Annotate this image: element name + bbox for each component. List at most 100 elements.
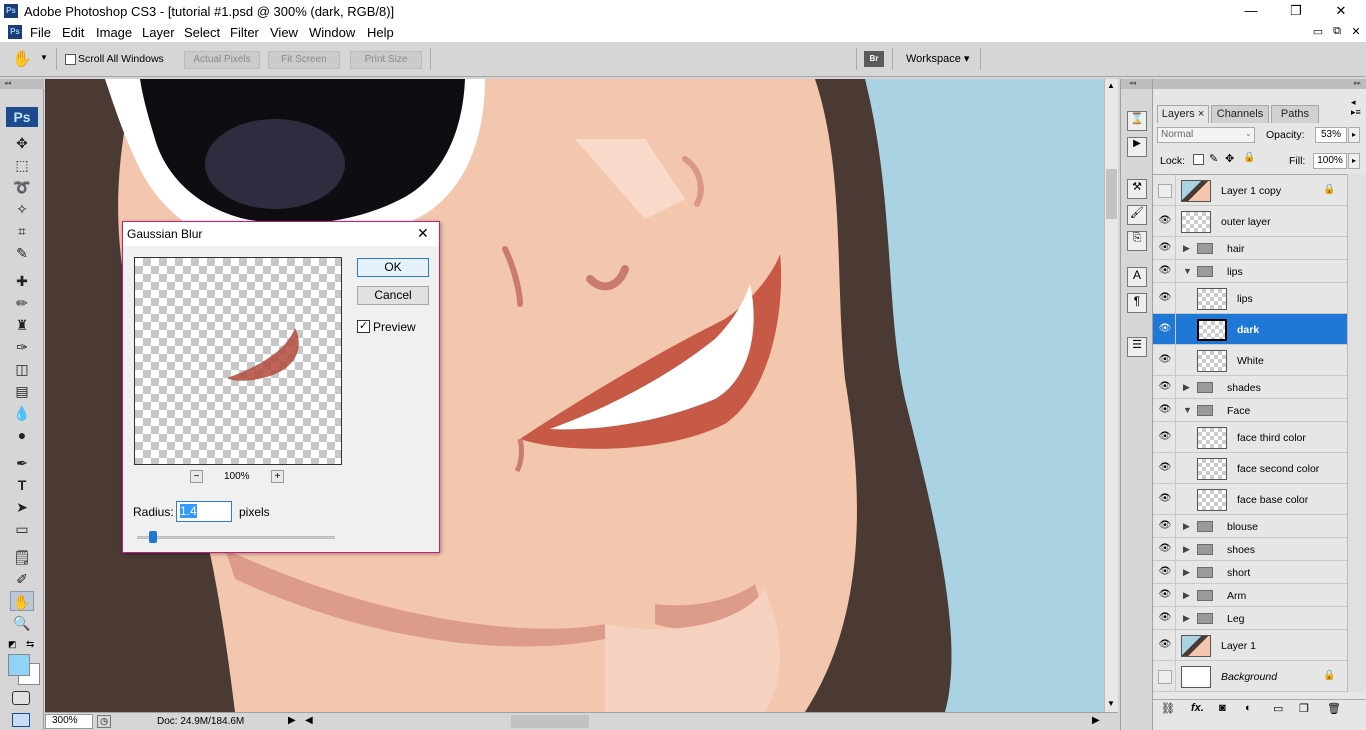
zoom-in-button[interactable]: +: [271, 470, 284, 483]
actions-icon[interactable]: ▶: [1127, 137, 1147, 157]
group-expanded-icon[interactable]: ▼: [1183, 266, 1192, 276]
zoom-out-button[interactable]: −: [190, 470, 203, 483]
layer-row[interactable]: 👁 dark: [1153, 314, 1347, 345]
layer-row[interactable]: Background 🔒: [1153, 661, 1347, 692]
document-icon[interactable]: Ps: [8, 25, 22, 39]
dodge-tool-icon[interactable]: ●: [10, 425, 34, 445]
trash-icon[interactable]: 🗑: [1327, 702, 1341, 715]
panel-menu-icon[interactable]: ▸≡: [1351, 107, 1361, 118]
layer-row[interactable]: 👁 face base color: [1153, 484, 1347, 515]
preview-checkbox[interactable]: ✓: [357, 320, 370, 333]
foreground-color-swatch[interactable]: [8, 654, 30, 676]
eyedropper-tool-icon[interactable]: ✐: [10, 569, 34, 589]
visibility-eye-icon[interactable]: [1158, 183, 1172, 198]
fx-icon[interactable]: fx.: [1191, 702, 1204, 714]
brushes-icon[interactable]: 🖌: [1127, 205, 1147, 225]
restore-button[interactable]: ❐: [1281, 2, 1311, 20]
vertical-scrollbar[interactable]: ▲ ▼: [1104, 79, 1118, 712]
shape-tool-icon[interactable]: ▭: [10, 519, 34, 539]
actual-pixels-button[interactable]: Actual Pixels: [184, 51, 260, 69]
character-icon[interactable]: A: [1127, 267, 1147, 287]
adjustment-icon[interactable]: ◐: [1245, 702, 1252, 714]
visibility-eye-icon[interactable]: 👁: [1158, 639, 1172, 653]
marquee-tool-icon[interactable]: ⬚: [10, 155, 34, 175]
paragraph-icon[interactable]: ¶: [1127, 293, 1147, 313]
visibility-eye-icon[interactable]: 👁: [1158, 404, 1172, 418]
group-collapsed-icon[interactable]: ▶: [1183, 521, 1190, 532]
clone-stamp-tool-icon[interactable]: ♜: [10, 315, 34, 335]
opacity-input[interactable]: 53%: [1315, 127, 1347, 143]
layer-comps-icon[interactable]: ☰: [1127, 337, 1147, 357]
radius-slider-track[interactable]: [137, 536, 335, 539]
doc-restore-button[interactable]: ⧉: [1329, 25, 1345, 39]
toolbox-grip[interactable]: ◂◂: [0, 79, 44, 89]
layer-row[interactable]: 👁 ▶ Leg: [1153, 607, 1347, 630]
layers-scrollbar[interactable]: [1347, 174, 1366, 692]
visibility-eye-icon[interactable]: 👁: [1158, 323, 1172, 337]
ok-button[interactable]: OK: [357, 258, 429, 277]
minimize-button[interactable]: —: [1236, 2, 1266, 20]
visibility-eye-icon[interactable]: 👁: [1158, 215, 1172, 229]
history-icon[interactable]: ⌛: [1127, 111, 1147, 131]
scroll-thumb[interactable]: [1106, 169, 1117, 219]
tab-paths[interactable]: Paths: [1271, 105, 1319, 123]
swap-colors-icon[interactable]: ⇆: [26, 639, 34, 650]
menu-view[interactable]: View: [270, 25, 298, 40]
mask-icon[interactable]: ◙: [1219, 702, 1226, 714]
close-button[interactable]: ✕: [1326, 2, 1356, 20]
lock-position-icon[interactable]: ✥: [1225, 152, 1234, 165]
group-collapsed-icon[interactable]: ▶: [1183, 243, 1190, 254]
menu-edit[interactable]: Edit: [62, 25, 84, 40]
layer-row[interactable]: 👁 face second color: [1153, 453, 1347, 484]
menu-select[interactable]: Select: [184, 25, 220, 40]
layer-row[interactable]: 👁 ▶ Arm: [1153, 584, 1347, 607]
visibility-eye-icon[interactable]: 👁: [1158, 589, 1172, 603]
quick-mask-icon[interactable]: [12, 691, 30, 705]
clone-source-icon[interactable]: ⎘: [1127, 231, 1147, 251]
visibility-eye-icon[interactable]: 👁: [1158, 462, 1172, 476]
crop-tool-icon[interactable]: ⌗: [10, 221, 34, 241]
default-colors-icon[interactable]: ◩: [8, 639, 17, 650]
bridge-icon[interactable]: Br: [864, 51, 884, 67]
new-layer-icon[interactable]: ❐: [1299, 702, 1309, 715]
opacity-slider-button[interactable]: ▸: [1348, 127, 1360, 143]
scroll-up-icon[interactable]: ▲: [1107, 81, 1115, 90]
layer-row[interactable]: 👁 face third color: [1153, 422, 1347, 453]
tool-presets-icon[interactable]: ⚒: [1127, 179, 1147, 199]
lock-all-icon[interactable]: 🔒: [1243, 152, 1255, 163]
menu-layer[interactable]: Layer: [142, 25, 175, 40]
blend-mode-select[interactable]: Normal: [1157, 127, 1255, 143]
move-tool-icon[interactable]: ✥: [10, 133, 34, 153]
visibility-eye-icon[interactable]: 👁: [1158, 612, 1172, 626]
notes-tool-icon[interactable]: 🗒: [10, 547, 34, 567]
group-collapsed-icon[interactable]: ▶: [1183, 544, 1190, 555]
fill-input[interactable]: 100%: [1313, 153, 1347, 169]
menu-help[interactable]: Help: [367, 25, 394, 40]
layer-row[interactable]: 👁 White: [1153, 345, 1347, 376]
fit-screen-button[interactable]: Fit Screen: [268, 51, 340, 69]
visibility-eye-icon[interactable]: [1158, 669, 1172, 684]
new-group-icon[interactable]: ▭: [1273, 702, 1283, 715]
tab-layers[interactable]: Layers ×: [1157, 105, 1209, 123]
lasso-tool-icon[interactable]: ➰: [10, 177, 34, 197]
blur-preview[interactable]: [134, 257, 342, 465]
radius-slider-thumb[interactable]: [149, 531, 157, 543]
brush-tool-icon[interactable]: ✏: [10, 293, 34, 313]
pen-tool-icon[interactable]: ✒: [10, 453, 34, 473]
visibility-eye-icon[interactable]: 👁: [1158, 354, 1172, 368]
workspace-menu[interactable]: Workspace ▾: [906, 52, 969, 65]
menu-file[interactable]: File: [30, 25, 51, 40]
path-selection-tool-icon[interactable]: ➤: [10, 497, 34, 517]
layer-row[interactable]: 👁 ▶ short: [1153, 561, 1347, 584]
visibility-eye-icon[interactable]: 👁: [1158, 431, 1172, 445]
link-icon[interactable]: ⛓: [1161, 702, 1175, 715]
doc-minimize-button[interactable]: ▭: [1310, 25, 1326, 39]
hand-tool-preset-icon[interactable]: ✋: [12, 49, 32, 69]
eraser-tool-icon[interactable]: ◫: [10, 359, 34, 379]
lock-pixels-icon[interactable]: ✎: [1209, 152, 1218, 165]
visibility-eye-icon[interactable]: 👁: [1158, 566, 1172, 580]
menu-filter[interactable]: Filter: [230, 25, 259, 40]
history-brush-tool-icon[interactable]: ✑: [10, 337, 34, 357]
layer-row[interactable]: Layer 1 copy 🔒: [1153, 175, 1347, 206]
slice-tool-icon[interactable]: ✎: [10, 243, 34, 263]
